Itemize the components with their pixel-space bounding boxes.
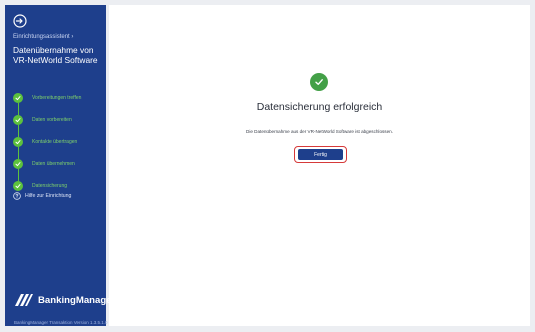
check-icon [13, 137, 23, 147]
brand-name: BankingManager [38, 294, 116, 306]
step-item: Daten übernehmen [13, 159, 105, 181]
step-list: Vorbereitungen treffen Daten vorbereiten… [13, 93, 105, 203]
done-button[interactable]: Fertig [298, 149, 343, 160]
step-item: Daten vorbereiten [13, 115, 105, 137]
step-label: Vorbereitungen treffen [32, 95, 82, 101]
version-text: BankingManager Transaktion Version 1.3.5… [14, 320, 108, 325]
step-connector [17, 125, 19, 137]
sidebar-title: Datenübernahme von VR-NetWorld Software [13, 45, 98, 65]
help-icon [13, 192, 21, 200]
help-link[interactable]: Hilfe zur Einrichtung [13, 192, 71, 200]
sign-in-icon[interactable] [13, 14, 27, 28]
check-icon [13, 181, 23, 191]
brand-logo: BankingManager [15, 294, 115, 306]
success-check-icon [310, 73, 328, 91]
status-message: Die Datenübernahme aus der VR-NetWorld S… [246, 129, 393, 134]
logo-icon [15, 294, 33, 306]
step-item: Vorbereitungen treffen [13, 93, 105, 115]
sidebar: Einrichtungsassistent › Datenübernahme v… [5, 5, 115, 326]
step-label: Datensicherung [32, 183, 68, 189]
step-item: Kontakte übertragen [13, 137, 105, 159]
step-connector [17, 169, 19, 181]
step-label: Daten vorbereiten [32, 117, 72, 123]
check-icon [13, 93, 23, 103]
step-label: Daten übernehmen [32, 161, 75, 167]
main-panel: Datensicherung erfolgreich Die Datenüber… [109, 5, 530, 326]
assistant-link[interactable]: Einrichtungsassistent › [13, 34, 73, 40]
step-label: Kontakte übertragen [32, 139, 78, 145]
check-icon [13, 159, 23, 169]
help-label: Hilfe zur Einrichtung [25, 193, 72, 199]
page-title: Datensicherung erfolgreich [256, 101, 383, 113]
check-icon [13, 115, 23, 125]
step-connector [17, 147, 19, 159]
step-connector [17, 103, 19, 115]
